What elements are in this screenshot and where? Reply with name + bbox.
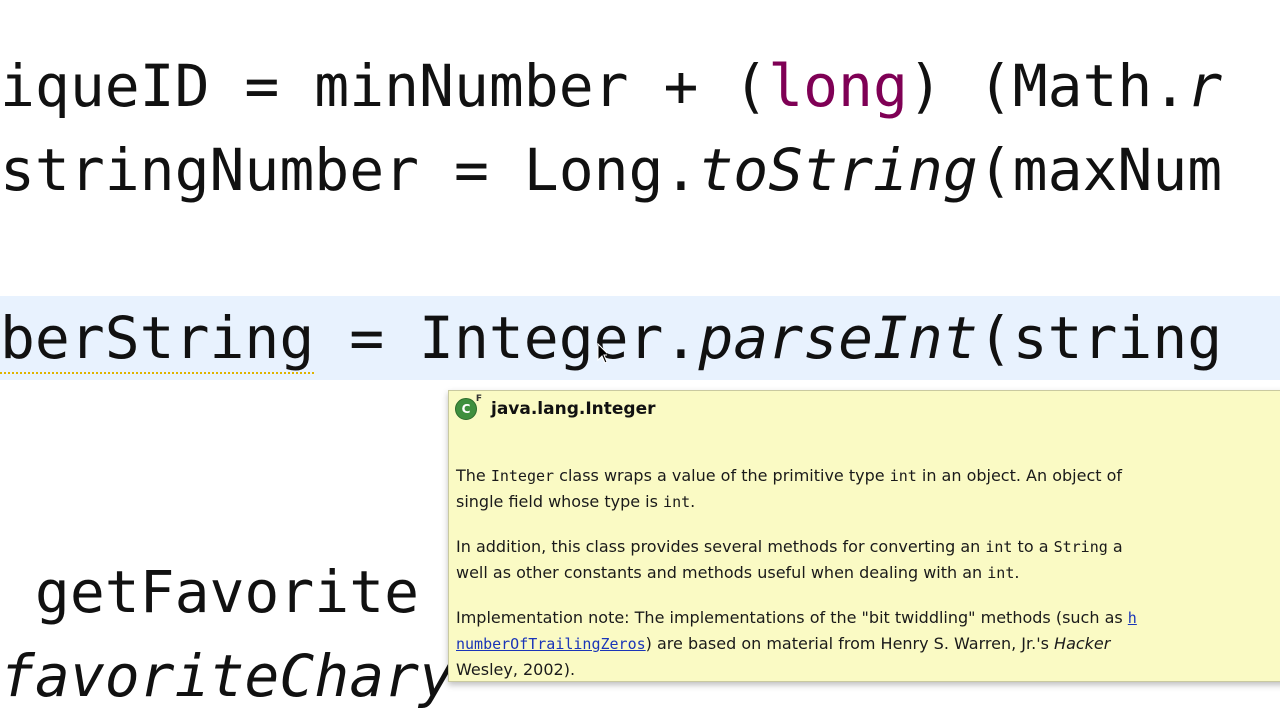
text: ) are based on material from Henry S. Wa… [645, 634, 1055, 653]
javadoc-paragraph-2: In addition, this class provides several… [456, 534, 1280, 586]
code-span: Integer [490, 467, 555, 485]
code-text: favoriteChar [0, 642, 420, 710]
code-text: (string [977, 304, 1223, 372]
text: The [456, 466, 491, 485]
code-line-string-number[interactable]: stringNumber = Long.toString(maxNum [0, 128, 1222, 212]
code-span: int [985, 538, 1013, 556]
keyword-long: long [768, 52, 908, 120]
javadoc-paragraph-3: Implementation note: The implementations… [456, 605, 1280, 681]
code-text: ) (Math. [907, 52, 1188, 120]
code-text-truncated: r [1187, 52, 1223, 120]
text: . [1014, 563, 1020, 582]
text: class wraps a value of the primitive typ… [554, 466, 890, 485]
javadoc-title: java.lang.Integer [491, 399, 656, 419]
code-text: = Integer. [314, 304, 699, 372]
javadoc-paragraph-1: The Integer class wraps a value of the p… [456, 463, 1280, 515]
javadoc-header: C F java.lang.Integer [455, 394, 656, 421]
mouse-cursor-icon [597, 343, 607, 364]
code-span: int [663, 493, 691, 511]
text: single field whose type is [456, 492, 664, 511]
method-to-string: toString [698, 136, 978, 204]
code-line-favorite-char[interactable]: favoriteChary [0, 634, 454, 718]
code-text: getFavorite [0, 558, 420, 626]
text: . [690, 492, 696, 511]
variable-with-warning: berString [0, 304, 315, 374]
code-line-get-favorite[interactable]: getFavorite [0, 550, 419, 634]
code-text: iqueID = minNumber + ( [0, 52, 769, 120]
code-line-unique-id[interactable]: iqueID = minNumber + (long) (Math.r [0, 44, 1222, 128]
code-line-parse-int[interactable]: berString = Integer.parseInt(string [0, 296, 1222, 380]
javadoc-hover-popup[interactable]: C F java.lang.Integer The Integer class … [448, 390, 1280, 682]
text: a [1107, 537, 1123, 556]
text: to a [1012, 537, 1054, 556]
text: Wesley, 2002). [456, 660, 576, 679]
class-icon-letter: C [461, 402, 471, 416]
doc-link[interactable]: h [1128, 609, 1137, 627]
method-parse-int: parseInt [698, 304, 978, 372]
class-final-icon: C F [455, 394, 482, 420]
code-span: int [987, 564, 1015, 582]
book-title: Hacker [1054, 634, 1111, 653]
code-span: String [1053, 538, 1108, 556]
text: in an object. An object of [916, 466, 1123, 485]
text: well as other constants and methods usef… [456, 563, 988, 582]
text: In addition, this class provides several… [456, 537, 986, 556]
code-span: int [889, 467, 917, 485]
final-marker: F [475, 394, 482, 404]
text: Implementation note: The implementations… [456, 608, 1128, 627]
link-number-of-trailing-zeros[interactable]: numberOfTrailingZeros [456, 635, 646, 653]
code-text: stringNumber = Long. [0, 136, 699, 204]
code-text: (maxNum [977, 136, 1223, 204]
